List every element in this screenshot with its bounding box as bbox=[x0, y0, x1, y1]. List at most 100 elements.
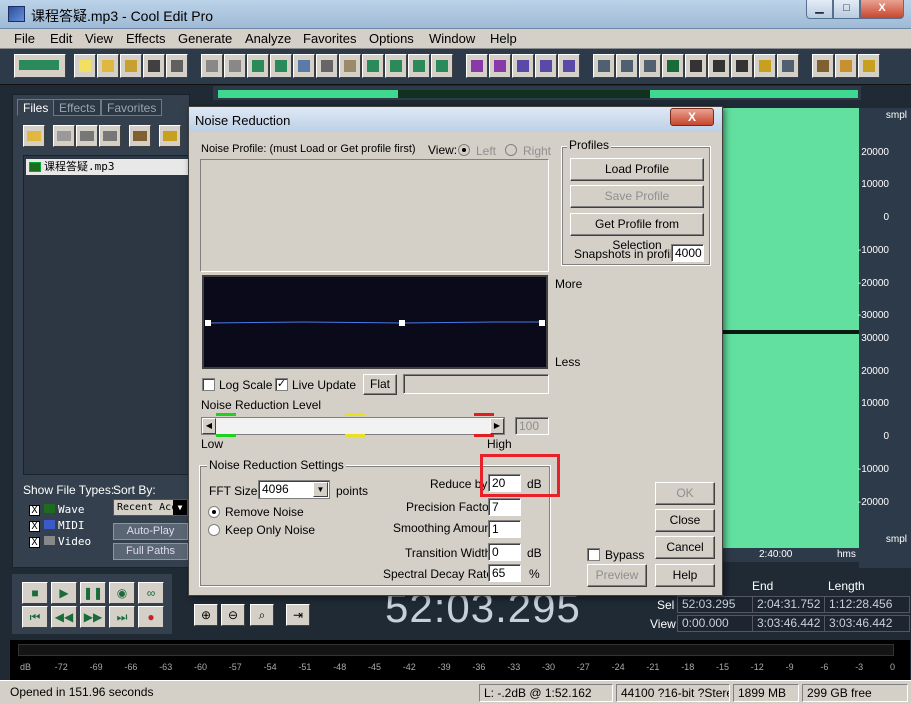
insert-button[interactable] bbox=[76, 125, 98, 147]
live-update-checkbox[interactable]: ✓ bbox=[275, 378, 288, 391]
mix-paste-button[interactable] bbox=[362, 54, 384, 78]
open-button[interactable] bbox=[97, 54, 119, 78]
reduction-level-slider[interactable]: ◀ ▶ bbox=[201, 417, 505, 435]
tracks-button[interactable] bbox=[558, 54, 580, 78]
filter-wave[interactable]: X Wave bbox=[29, 503, 85, 516]
flat-button[interactable]: Flat bbox=[363, 374, 397, 395]
go-to-start-button[interactable]: ⏮ bbox=[22, 606, 48, 628]
undo-button[interactable] bbox=[201, 54, 223, 78]
crop-button[interactable] bbox=[431, 54, 453, 78]
close-button[interactable]: Close bbox=[655, 509, 715, 532]
remove-noise-radio[interactable] bbox=[208, 506, 220, 518]
menu-window[interactable]: Window bbox=[429, 31, 475, 46]
status-button[interactable] bbox=[777, 54, 799, 78]
sel-begin-field[interactable]: 52:03.295 bbox=[677, 596, 763, 613]
scripts-button[interactable] bbox=[835, 54, 857, 78]
file-help-button[interactable] bbox=[159, 125, 181, 147]
pause-button[interactable]: ❚❚ bbox=[80, 582, 106, 604]
reduction-curve-graph[interactable] bbox=[202, 275, 548, 369]
view-length-field[interactable]: 3:03:46.442 bbox=[824, 615, 910, 632]
rewind-button[interactable]: ◀◀ bbox=[51, 606, 77, 628]
tab-files[interactable]: Files bbox=[17, 99, 55, 116]
snapshots-input[interactable]: 4000 bbox=[671, 244, 704, 262]
wave-checkbox[interactable]: X bbox=[29, 505, 40, 516]
precision-input[interactable]: 7 bbox=[488, 498, 521, 516]
sort-select[interactable]: Recent Acc ▼ bbox=[113, 499, 188, 516]
new-button[interactable] bbox=[74, 54, 96, 78]
play-button[interactable]: ▶ bbox=[51, 582, 77, 604]
menu-help[interactable]: Help bbox=[490, 31, 517, 46]
preview-button[interactable]: Preview bbox=[587, 564, 647, 587]
window-button-2[interactable] bbox=[616, 54, 638, 78]
window-button-1[interactable] bbox=[593, 54, 615, 78]
zoom-full-button[interactable]: ⌕ bbox=[250, 604, 274, 626]
edit-file-button[interactable] bbox=[99, 125, 121, 147]
curve-handle-middle[interactable] bbox=[399, 320, 405, 326]
open-append-button[interactable] bbox=[120, 54, 142, 78]
zoom-in-button[interactable]: ⊕ bbox=[194, 604, 218, 626]
full-paths-button[interactable]: Full Paths bbox=[113, 543, 188, 560]
menu-file[interactable]: File bbox=[14, 31, 35, 46]
play-toolbar-button[interactable] bbox=[662, 54, 684, 78]
save-all-button[interactable] bbox=[166, 54, 188, 78]
settings-button[interactable] bbox=[812, 54, 834, 78]
maximize-button[interactable]: □ bbox=[833, 0, 860, 19]
keep-noise-radio[interactable] bbox=[208, 524, 220, 536]
envelope-button[interactable] bbox=[466, 54, 488, 78]
smoothing-input[interactable]: 1 bbox=[488, 520, 521, 538]
sel-length-field[interactable]: 1:12:28.456 bbox=[824, 596, 910, 613]
level-button[interactable] bbox=[731, 54, 753, 78]
grid-button[interactable] bbox=[512, 54, 534, 78]
close-file-button[interactable] bbox=[53, 125, 75, 147]
cue-button[interactable] bbox=[489, 54, 511, 78]
repeat-button[interactable] bbox=[247, 54, 269, 78]
list-item[interactable]: 课程答疑.mp3 bbox=[26, 159, 198, 175]
log-scale-checkbox[interactable] bbox=[202, 378, 215, 391]
load-profile-button[interactable]: Load Profile bbox=[570, 158, 704, 181]
fast-forward-button[interactable]: ▶▶ bbox=[80, 606, 106, 628]
copy-button[interactable] bbox=[293, 54, 315, 78]
tab-effects[interactable]: Effects bbox=[53, 99, 102, 116]
menu-options[interactable]: Options bbox=[369, 31, 414, 46]
menu-edit[interactable]: Edit bbox=[50, 31, 72, 46]
menu-favorites[interactable]: Favorites bbox=[303, 31, 356, 46]
slider-left-arrow[interactable]: ◀ bbox=[202, 418, 216, 434]
view-begin-field[interactable]: 0:00.000 bbox=[677, 615, 763, 632]
tab-favorites[interactable]: Favorites bbox=[101, 99, 163, 116]
play-to-end-button[interactable]: ◉ bbox=[109, 582, 135, 604]
file-settings-button[interactable] bbox=[129, 125, 151, 147]
zoom-out-button[interactable]: ⊖ bbox=[221, 604, 245, 626]
info-button[interactable] bbox=[708, 54, 730, 78]
paste-new-button[interactable] bbox=[385, 54, 407, 78]
select-all-button[interactable] bbox=[270, 54, 292, 78]
multitrack-button[interactable] bbox=[535, 54, 557, 78]
paste-button[interactable] bbox=[339, 54, 361, 78]
minimize-button[interactable]: ▁ bbox=[806, 0, 833, 19]
window-button-3[interactable] bbox=[639, 54, 661, 78]
redo-button[interactable] bbox=[224, 54, 246, 78]
spectral-decay-input[interactable]: 65 bbox=[488, 564, 521, 582]
loop-button[interactable]: ∞ bbox=[138, 582, 164, 604]
record-button[interactable]: ● bbox=[138, 606, 164, 628]
filter-video[interactable]: X Video bbox=[29, 535, 91, 548]
ok-button[interactable]: OK bbox=[655, 482, 715, 505]
transition-input[interactable]: 0 bbox=[488, 543, 521, 561]
curve-handle-right[interactable] bbox=[539, 320, 545, 326]
dialog-close-button[interactable]: X bbox=[670, 108, 714, 126]
cancel-button[interactable]: Cancel bbox=[655, 536, 715, 559]
trim-button[interactable] bbox=[408, 54, 430, 78]
save-button[interactable] bbox=[143, 54, 165, 78]
fft-size-select[interactable]: 4096 ▼ bbox=[258, 480, 330, 499]
time-format-button[interactable] bbox=[685, 54, 707, 78]
zoom-selection-button[interactable]: ⇥ bbox=[286, 604, 310, 626]
midi-checkbox[interactable]: X bbox=[29, 521, 40, 532]
view-right-radio[interactable] bbox=[505, 144, 517, 156]
menu-analyze[interactable]: Analyze bbox=[245, 31, 291, 46]
help-button[interactable]: Help bbox=[655, 564, 715, 587]
curve-handle-left[interactable] bbox=[205, 320, 211, 326]
overview-strip[interactable] bbox=[218, 90, 858, 98]
slider-right-arrow[interactable]: ▶ bbox=[490, 418, 504, 434]
help-toolbar-button[interactable] bbox=[858, 54, 880, 78]
menu-generate[interactable]: Generate bbox=[178, 31, 232, 46]
save-profile-button[interactable]: Save Profile bbox=[570, 185, 704, 208]
